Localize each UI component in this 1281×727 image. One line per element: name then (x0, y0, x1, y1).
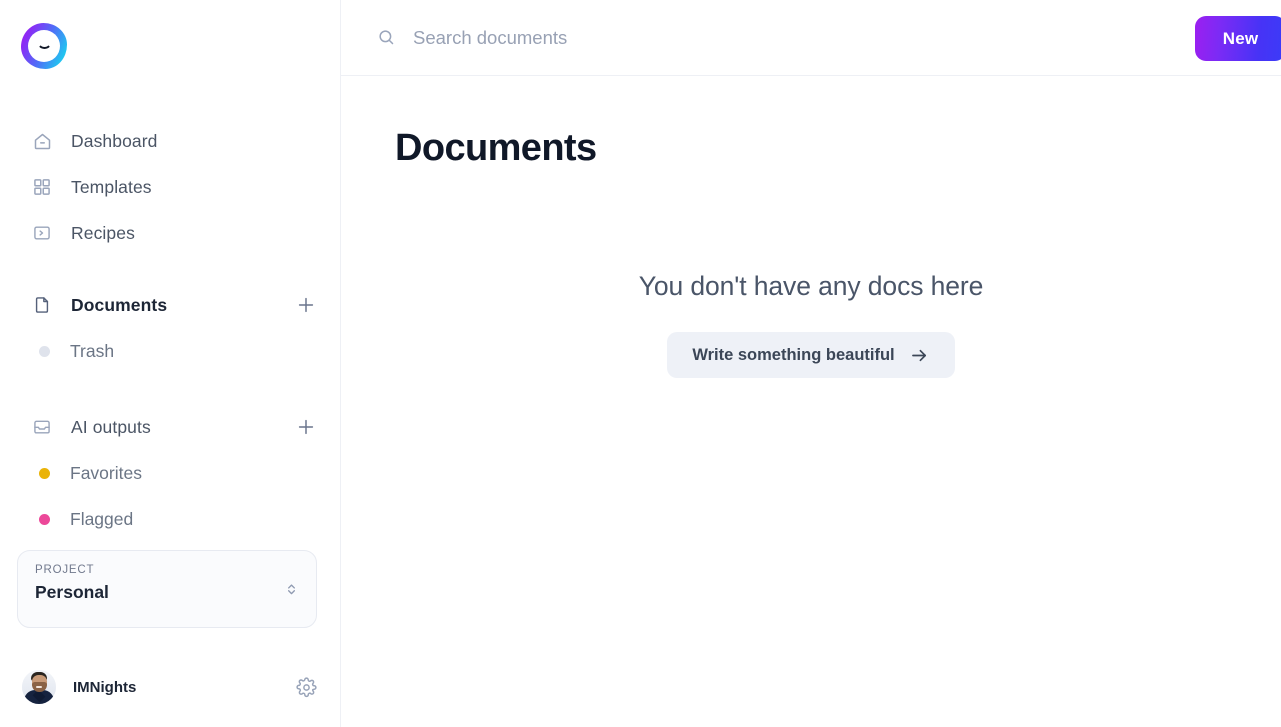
search-input[interactable] (413, 17, 1013, 58)
page-title: Documents (395, 127, 597, 169)
project-selector-label: PROJECT (35, 564, 95, 576)
primary-nav: Dashboard Templates Recipes (0, 118, 341, 256)
sidebar-item-label: Templates (71, 176, 152, 197)
search-icon (377, 28, 396, 47)
sidebar-section-documents: Documents Trash (0, 282, 341, 374)
sidebar-item-favorites[interactable]: Favorites (0, 450, 341, 496)
terminal-icon (31, 222, 53, 244)
sidebar-subitem-label: Trash (70, 340, 115, 361)
sidebar-item-label: Documents (71, 294, 168, 315)
new-button[interactable]: New (1195, 16, 1281, 61)
write-something-button[interactable]: Write something beautiful (667, 332, 955, 378)
empty-state-message: You don't have any docs here (638, 271, 984, 301)
sidebar: Dashboard Templates Recipes Documents Tr… (0, 0, 341, 727)
empty-state: You don't have any docs here Write somet… (341, 271, 1281, 378)
grid-icon (31, 176, 53, 198)
trash-dot-icon (31, 340, 53, 362)
avatar (22, 670, 56, 704)
gear-icon[interactable] (293, 674, 319, 700)
sidebar-item-label: Dashboard (71, 130, 158, 151)
logo-ring-icon (21, 23, 67, 69)
sidebar-subitem-label: Flagged (70, 508, 134, 529)
user-name: IMNights (73, 678, 137, 696)
logo-inner-circle (28, 30, 60, 62)
logo-smile-icon (36, 41, 52, 49)
project-selector-value: Personal (35, 582, 109, 602)
home-icon (31, 130, 53, 152)
sidebar-item-ai-outputs[interactable]: AI outputs (0, 404, 341, 450)
arrow-right-icon (909, 345, 930, 366)
sidebar-item-templates[interactable]: Templates (0, 164, 341, 210)
content-area: Documents You don't have any docs here W… (341, 76, 1281, 727)
favorites-dot-icon (31, 462, 53, 484)
flagged-dot-icon (31, 508, 53, 530)
chevron-up-down-icon (283, 581, 300, 598)
sidebar-item-trash[interactable]: Trash (0, 328, 341, 374)
inbox-icon (31, 416, 53, 438)
top-bar: New (341, 0, 1281, 76)
sidebar-subitem-label: Favorites (70, 462, 142, 483)
project-selector[interactable]: PROJECT Personal (17, 550, 317, 628)
sidebar-item-recipes[interactable]: Recipes (0, 210, 341, 256)
add-document-button[interactable] (293, 292, 319, 318)
sidebar-item-label: AI outputs (71, 416, 151, 437)
main-area: New Documents You don't have any docs he… (341, 0, 1281, 727)
sidebar-item-flagged[interactable]: Flagged (0, 496, 341, 542)
user-account-row[interactable]: IMNights (0, 661, 341, 713)
app-logo[interactable] (21, 23, 67, 69)
add-ai-output-button[interactable] (293, 414, 319, 440)
sidebar-item-label: Recipes (71, 222, 135, 243)
sidebar-item-dashboard[interactable]: Dashboard (0, 118, 341, 164)
sidebar-section-ai-outputs: AI outputs Favorites Flagged (0, 404, 341, 542)
app-root: Dashboard Templates Recipes Documents Tr… (0, 0, 1281, 727)
sidebar-item-documents[interactable]: Documents (0, 282, 341, 328)
file-icon (31, 294, 53, 316)
write-something-label: Write something beautiful (692, 345, 895, 364)
